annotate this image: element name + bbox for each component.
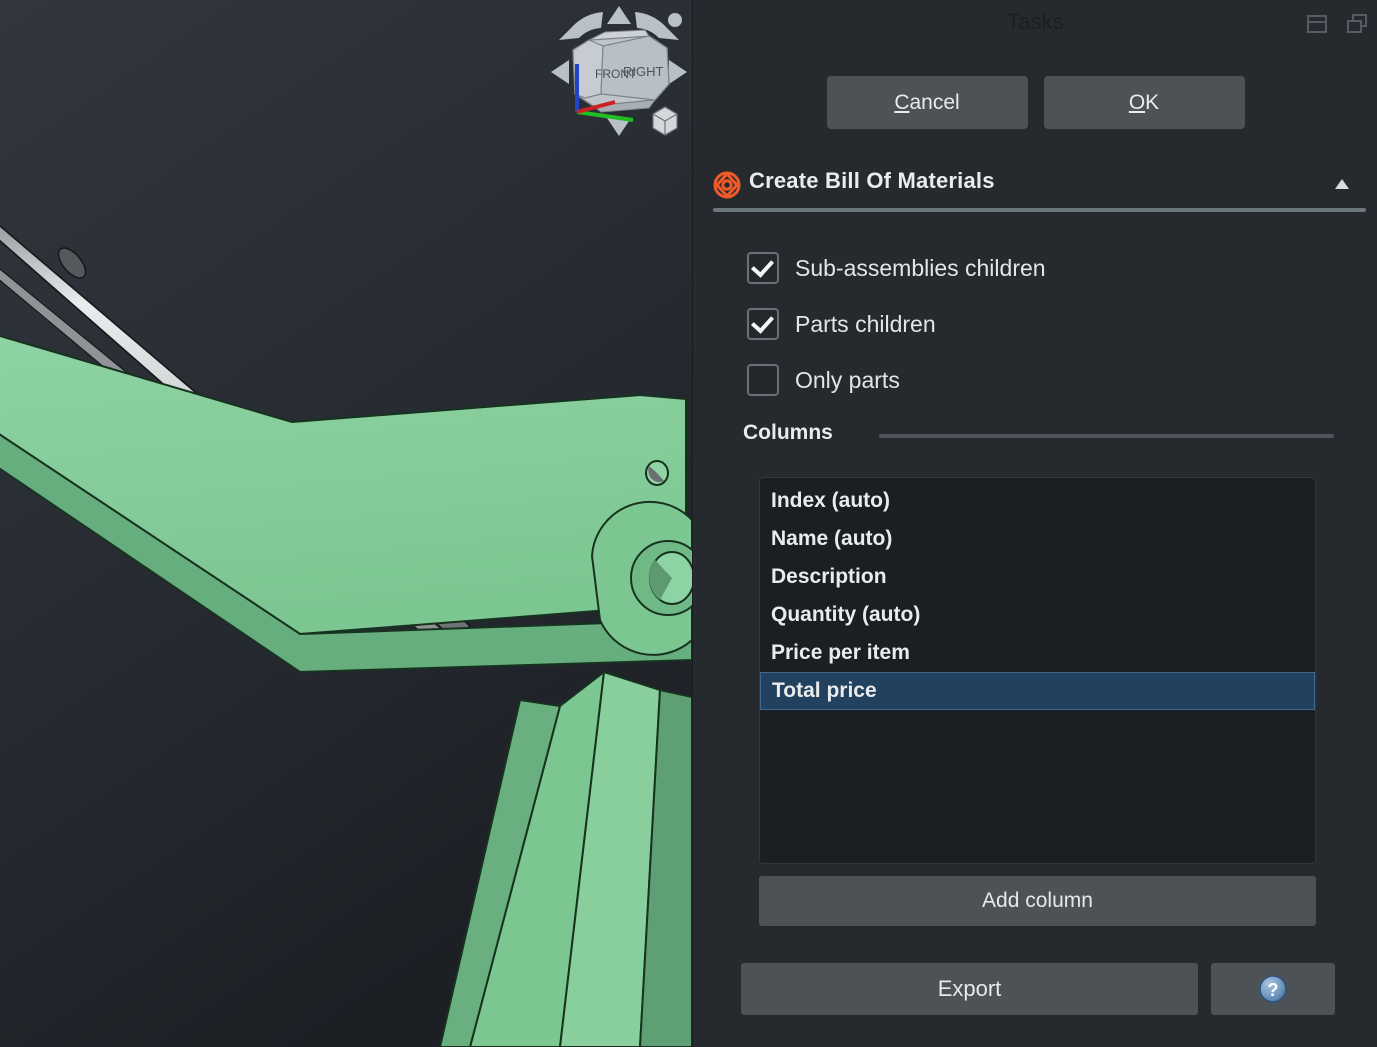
list-item[interactable]: Name (auto) [760, 520, 1315, 558]
checkbox-sub-assemblies-children[interactable]: Sub-assemblies children [747, 252, 1046, 284]
bom-section-title: Create Bill Of Materials [749, 168, 995, 193]
checkbox-box[interactable] [747, 252, 779, 284]
checkbox-label: Sub-assemblies children [795, 254, 1046, 281]
cad-model-render [0, 0, 692, 1047]
tasks-panel: Tasks Cancel OK Create Bill Of Materials… [692, 0, 1377, 1047]
cancel-accel: C [894, 91, 910, 114]
panel-title: Tasks [1006, 9, 1065, 34]
help-button[interactable]: ? [1211, 963, 1335, 1015]
checkbox-label: Parts children [795, 310, 936, 337]
list-item[interactable]: Quantity (auto) [760, 596, 1315, 634]
list-item[interactable]: Price per item [760, 634, 1315, 672]
navcube-body[interactable]: FRONT RIGHT [572, 29, 670, 113]
navcube-face-right: RIGHT [623, 64, 664, 79]
columns-group-divider [879, 434, 1334, 438]
panel-dock-icon[interactable] [1304, 12, 1330, 36]
export-button[interactable]: Export [741, 963, 1198, 1015]
collapse-up-icon[interactable] [1334, 178, 1350, 190]
list-item[interactable]: Description [760, 558, 1315, 596]
list-item-selected[interactable]: Total price [760, 672, 1315, 710]
checkbox-label: Only parts [795, 366, 900, 393]
arrow-up-icon[interactable] [607, 6, 631, 24]
cancel-button[interactable]: Cancel [826, 76, 1028, 129]
navigation-cube[interactable]: FRONT RIGHT [545, 2, 692, 142]
home-dot-icon[interactable] [668, 13, 682, 27]
ok-button[interactable]: OK [1043, 76, 1245, 129]
checkbox-box[interactable] [747, 308, 779, 340]
bom-section-divider [713, 208, 1366, 212]
panel-titlebar: Tasks [693, 0, 1377, 47]
dialog-button-row: Cancel OK [693, 76, 1377, 129]
cancel-label-rest: ancel [909, 91, 960, 114]
columns-list[interactable]: Index (auto) Name (auto) Description Qua… [759, 477, 1316, 864]
add-column-button[interactable]: Add column [759, 876, 1316, 926]
svg-text:?: ? [1268, 980, 1279, 1000]
checkbox-only-parts[interactable]: Only parts [747, 364, 900, 396]
ok-accel: O [1128, 91, 1146, 114]
columns-group-label: Columns [743, 421, 833, 444]
checkbox-parts-children[interactable]: Parts children [747, 308, 936, 340]
arrow-left-icon[interactable] [551, 60, 569, 84]
arrow-right-icon[interactable] [669, 60, 687, 84]
panel-float-icon[interactable] [1344, 12, 1370, 36]
bom-diamond-icon [713, 171, 741, 199]
help-question-icon: ? [1259, 975, 1287, 1003]
iso-cube-icon[interactable] [652, 106, 678, 136]
3d-viewport[interactable]: FRONT RIGHT [0, 0, 692, 1047]
checkbox-box[interactable] [747, 364, 779, 396]
cad-pivot-boss [590, 500, 692, 656]
ok-label-rest: K [1145, 91, 1160, 114]
list-item[interactable]: Index (auto) [760, 482, 1315, 520]
